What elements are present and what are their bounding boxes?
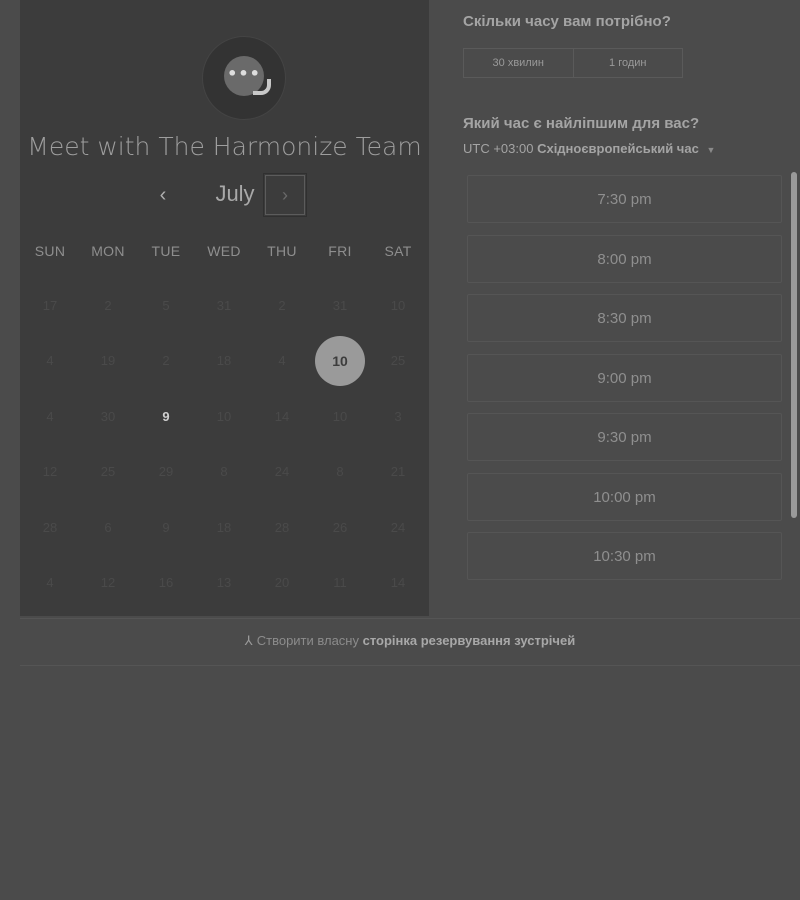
weekday-label: WED — [207, 243, 241, 259]
calendar-day: 30 — [100, 409, 116, 424]
scrollbar-thumb[interactable] — [791, 172, 797, 518]
calendar-day: 2 — [278, 298, 286, 313]
footer-text: Створити власну — [256, 633, 359, 648]
calendar-day: 18 — [216, 520, 232, 535]
calendar-day: 2 — [162, 353, 170, 368]
calendar-day: 8 — [336, 464, 344, 479]
weekday-label: SAT — [384, 243, 412, 259]
time-slot-button[interactable]: 10:30 pm — [467, 532, 782, 580]
weekday-label: THU — [267, 243, 297, 259]
calendar-day: 14 — [390, 575, 406, 590]
calendar-day: 4 — [46, 575, 54, 590]
calendar-day: 25 — [390, 353, 406, 368]
calendar-day: 24 — [274, 464, 290, 479]
time-title: Який час є найліпшим для вас? — [463, 115, 700, 132]
calendar-day: 13 — [216, 575, 232, 590]
calendar-day: 31 — [332, 298, 348, 313]
calendar-day: 11 — [333, 575, 347, 590]
calendar-day: 17 — [42, 298, 58, 313]
calendar-day: 10 — [332, 409, 348, 424]
time-slot-button[interactable]: 8:30 pm — [467, 294, 782, 342]
calendar-day: 12 — [42, 464, 58, 479]
chat-logo-icon: ••• — [202, 36, 286, 120]
calendar-day: 3 — [394, 409, 402, 424]
calendar-day: 16 — [158, 575, 174, 590]
calendar-day: 8 — [220, 464, 228, 479]
calendar-day: 6 — [104, 520, 112, 535]
time-slot-scrollbar[interactable] — [790, 172, 798, 522]
calendar-day: 19 — [100, 353, 116, 368]
calendar-day: 20 — [274, 575, 290, 590]
calendar-panel: ••• Meet with The Harmonize Team ‹ July … — [20, 0, 429, 616]
hubspot-sprocket-icon: ⅄ — [244, 633, 253, 648]
page-title: Meet with The Harmonize Team — [27, 132, 422, 161]
calendar-day: 10 — [390, 298, 406, 313]
calendar-day: 24 — [390, 520, 406, 535]
timezone-name: Східноєвропейський час — [537, 141, 699, 156]
calendar-day: 5 — [162, 298, 170, 313]
time-slot-button[interactable]: 10:00 pm — [467, 472, 782, 521]
time-slot-button[interactable]: 8:00 pm — [467, 234, 782, 283]
chevron-down-icon: ▼ — [706, 145, 716, 155]
calendar-day: 29 — [158, 464, 174, 479]
calendar-day: 12 — [100, 575, 116, 590]
calendar-day: 4 — [278, 353, 286, 368]
footer-link[interactable]: сторінка резервування зустрічей — [363, 633, 576, 648]
calendar-day: 9 — [162, 520, 170, 535]
selected-day-label: 10 — [315, 336, 365, 386]
weekday-label: FRI — [328, 243, 352, 259]
weekday-label: SUN — [34, 243, 66, 259]
calendar-day: 28 — [274, 520, 290, 535]
weekday-label: MON — [91, 243, 125, 259]
weekday-header: SUN MON TUE WED THU FRI SAT — [20, 243, 429, 261]
time-slot-list: 7:30 pm 8:00 pm 8:30 pm 9:00 pm 9:30 pm 10:00… — [463, 172, 793, 582]
calendar-day: 10 — [216, 409, 232, 424]
month-navigation: ‹ July › — [20, 173, 429, 219]
calendar-day: 25 — [100, 464, 116, 479]
calendar-day: 4 — [46, 353, 54, 368]
footer-banner[interactable]: ⅄ Створити власну сторінка резервування з… — [20, 618, 800, 666]
next-month-button[interactable]: › — [263, 173, 307, 217]
calendar-day: 2 — [104, 298, 112, 313]
calendar-day-selected[interactable]: 10 — [311, 332, 369, 390]
duration-selector: 30 хвилин 1 годин — [463, 48, 683, 78]
time-slot-button[interactable]: 9:30 pm — [467, 413, 782, 461]
duration-title: Скільки часу вам потрібно? — [463, 13, 671, 30]
time-slot-button[interactable]: 9:00 pm — [467, 353, 782, 402]
calendar-day: 14 — [274, 409, 290, 424]
booking-options: Скільки часу вам потрібно? 30 хвилин 1 г… — [463, 0, 800, 616]
duration-option-1hour[interactable]: 1 годин — [572, 49, 683, 77]
calendar-day: 4 — [46, 409, 54, 424]
calendar-day: 21 — [390, 464, 406, 479]
time-slot-button[interactable]: 7:30 pm — [467, 175, 782, 223]
weekday-label: TUE — [151, 243, 181, 259]
duration-option-30min[interactable]: 30 хвилин — [464, 49, 573, 77]
calendar-day-available[interactable]: 9 — [137, 407, 195, 427]
timezone-offset: UTC +03:00 — [463, 141, 534, 156]
calendar-day: 18 — [216, 353, 232, 368]
timezone-selector[interactable]: UTC +03:00 Східноєвропейський час ▼ — [463, 141, 715, 156]
calendar-day: 31 — [216, 298, 232, 313]
calendar-day: 28 — [42, 520, 58, 535]
calendar-day: 26 — [332, 520, 348, 535]
prev-month-button[interactable]: ‹ — [148, 177, 178, 213]
